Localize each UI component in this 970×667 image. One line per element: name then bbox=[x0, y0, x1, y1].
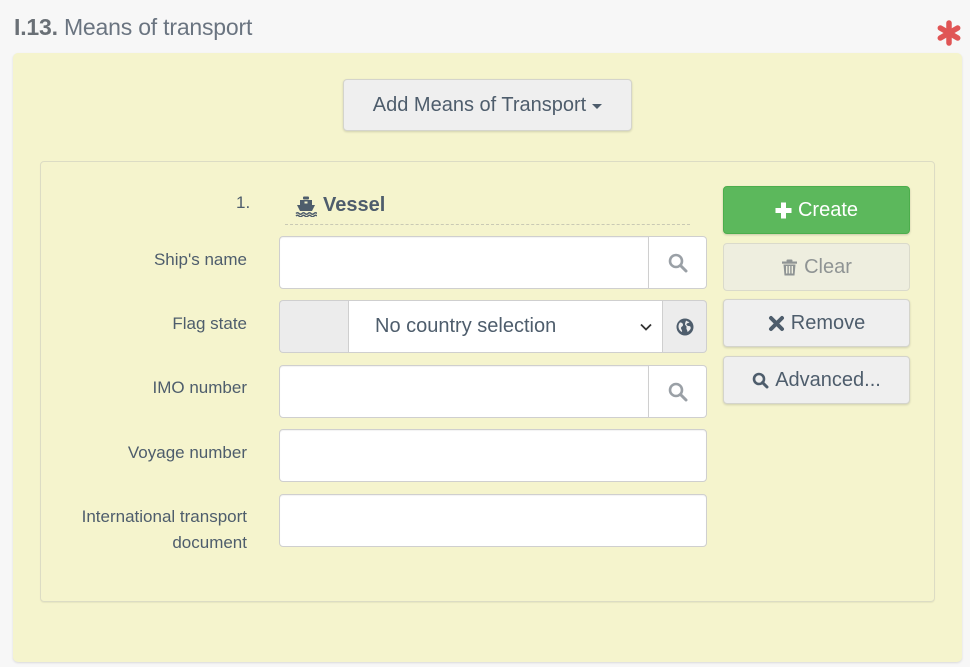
ships-name-input[interactable] bbox=[279, 236, 649, 289]
transport-type-label: Vessel bbox=[323, 194, 386, 216]
plus-icon bbox=[775, 202, 792, 218]
search-icon bbox=[752, 372, 769, 388]
advanced-label: Advanced... bbox=[775, 368, 881, 391]
caret-down-icon bbox=[592, 103, 603, 109]
remove-button[interactable]: Remove bbox=[723, 299, 910, 347]
flag-state-selected-value: No country selection bbox=[375, 315, 557, 337]
clear-label: Clear bbox=[804, 255, 852, 278]
search-icon bbox=[668, 253, 687, 272]
ship-icon bbox=[295, 196, 317, 217]
advanced-search-button[interactable]: Advanced... bbox=[723, 356, 910, 404]
add-means-of-transport-label: Add Means of Transport bbox=[372, 93, 587, 116]
flag-state-globe-button[interactable] bbox=[663, 300, 707, 353]
flag-preview bbox=[279, 300, 348, 353]
voyage-number-input[interactable] bbox=[279, 429, 707, 482]
flag-state-select[interactable]: No country selection bbox=[348, 300, 663, 353]
flag-state-group: No country selection bbox=[279, 300, 707, 353]
chevron-down-icon bbox=[640, 323, 652, 331]
section-title: I.13. Means of transport bbox=[14, 14, 252, 41]
add-means-of-transport-button[interactable]: Add Means of Transport bbox=[343, 79, 632, 131]
voyage-number-label: Voyage number bbox=[127, 443, 247, 462]
trash-icon bbox=[782, 259, 798, 275]
globe-icon bbox=[676, 318, 693, 335]
imo-number-group bbox=[279, 365, 707, 418]
ships-name-group bbox=[279, 236, 707, 289]
ships-name-search-button[interactable] bbox=[649, 236, 707, 289]
voyage-number-group bbox=[279, 429, 707, 482]
flag-state-label: Flag state bbox=[172, 314, 247, 333]
imo-number-search-button[interactable] bbox=[649, 365, 707, 418]
international-transport-document-group bbox=[279, 494, 707, 547]
transport-type-header: Vessel bbox=[285, 187, 690, 225]
ships-name-label: Ship's name bbox=[153, 250, 247, 269]
required-asterisk-icon bbox=[937, 20, 961, 46]
section-title-text: Means of transport bbox=[63, 14, 253, 40]
international-transport-document-label: International transport document bbox=[81, 507, 247, 552]
imo-number-input[interactable] bbox=[279, 365, 649, 418]
imo-number-label: IMO number bbox=[152, 378, 247, 397]
times-icon bbox=[768, 315, 784, 331]
clear-button[interactable]: Clear bbox=[723, 243, 910, 291]
create-label: Create bbox=[797, 198, 859, 221]
create-button[interactable]: Create bbox=[723, 186, 910, 234]
section-number: I.13. bbox=[14, 14, 58, 40]
remove-label: Remove bbox=[790, 311, 866, 334]
search-icon bbox=[668, 382, 687, 401]
international-transport-document-input[interactable] bbox=[279, 494, 707, 547]
item-index: 1. bbox=[236, 193, 251, 212]
